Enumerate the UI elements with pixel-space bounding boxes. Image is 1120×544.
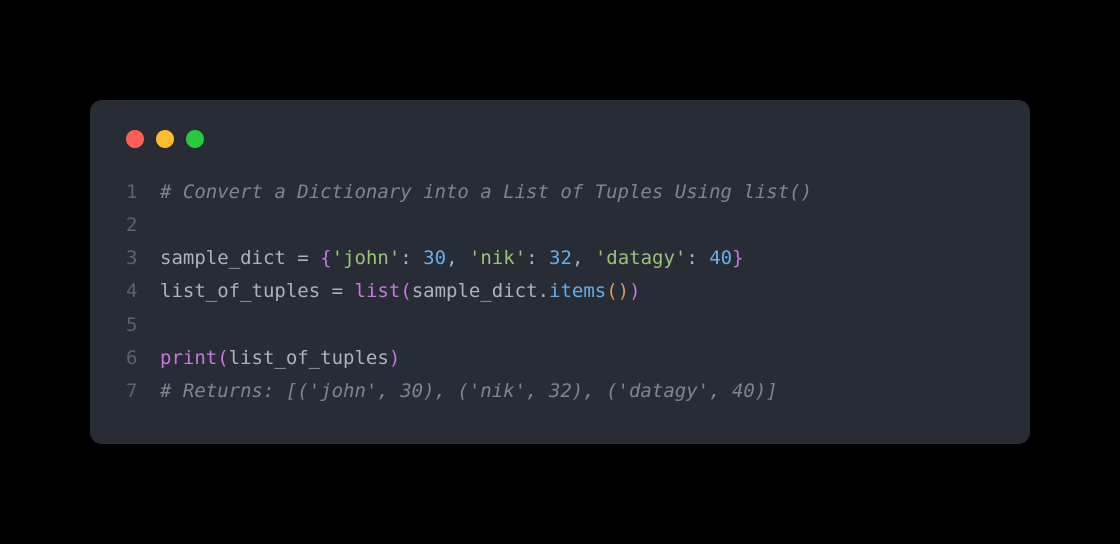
line-number: 1	[126, 176, 160, 209]
line-number: 2	[126, 209, 160, 242]
code-token: 30	[423, 247, 446, 269]
code-token: )	[389, 347, 400, 369]
code-token: (	[217, 347, 228, 369]
line-number: 6	[126, 342, 160, 375]
code-line: 5	[126, 309, 994, 342]
code-token: 'nik'	[469, 247, 526, 269]
code-token: list_of_tuples	[229, 347, 389, 369]
code-token: .	[538, 280, 549, 302]
code-token: :	[526, 247, 549, 269]
code-line: 1# Convert a Dictionary into a List of T…	[126, 176, 994, 209]
code-token: 'john'	[332, 247, 401, 269]
code-token: ,	[446, 247, 469, 269]
code-content: print(list_of_tuples)	[160, 342, 994, 375]
close-icon[interactable]	[126, 130, 144, 148]
code-line: 7# Returns: [('john', 30), ('nik', 32), …	[126, 375, 994, 408]
code-token: list_of_tuples	[160, 280, 332, 302]
minimize-icon[interactable]	[156, 130, 174, 148]
line-number: 4	[126, 275, 160, 308]
code-content: # Convert a Dictionary into a List of Tu…	[160, 176, 994, 209]
code-content	[160, 209, 994, 242]
code-content: list_of_tuples = list(sample_dict.items(…	[160, 275, 994, 308]
code-area: 1# Convert a Dictionary into a List of T…	[126, 176, 994, 409]
code-token: }	[732, 247, 743, 269]
code-content	[160, 309, 994, 342]
line-number: 7	[126, 375, 160, 408]
code-token: 'datagy'	[595, 247, 687, 269]
code-token: ,	[572, 247, 595, 269]
code-token: sample_dict	[412, 280, 538, 302]
code-token: 40	[709, 247, 732, 269]
code-token: # Convert a Dictionary into a List of Tu…	[160, 181, 812, 203]
code-token: items	[549, 280, 606, 302]
code-token: :	[400, 247, 423, 269]
code-token: =	[297, 247, 308, 269]
code-window: 1# Convert a Dictionary into a List of T…	[90, 100, 1030, 445]
code-token: sample_dict	[160, 247, 297, 269]
code-line: 6print(list_of_tuples)	[126, 342, 994, 375]
code-token: ()	[606, 280, 629, 302]
code-token: (	[400, 280, 411, 302]
code-token: # Returns: [('john', 30), ('nik', 32), (…	[160, 380, 778, 402]
maximize-icon[interactable]	[186, 130, 204, 148]
code-line: 2	[126, 209, 994, 242]
line-number: 5	[126, 309, 160, 342]
code-content: # Returns: [('john', 30), ('nik', 32), (…	[160, 375, 994, 408]
code-token: :	[686, 247, 709, 269]
code-token	[309, 247, 320, 269]
code-token: print	[160, 347, 217, 369]
traffic-lights	[126, 130, 994, 148]
code-token: list	[355, 280, 401, 302]
code-token: =	[332, 280, 343, 302]
code-token: {	[320, 247, 331, 269]
code-token	[343, 280, 354, 302]
code-line: 3sample_dict = {'john': 30, 'nik': 32, '…	[126, 242, 994, 275]
line-number: 3	[126, 242, 160, 275]
code-token: )	[629, 280, 640, 302]
code-content: sample_dict = {'john': 30, 'nik': 32, 'd…	[160, 242, 994, 275]
code-token: 32	[549, 247, 572, 269]
code-line: 4list_of_tuples = list(sample_dict.items…	[126, 275, 994, 308]
